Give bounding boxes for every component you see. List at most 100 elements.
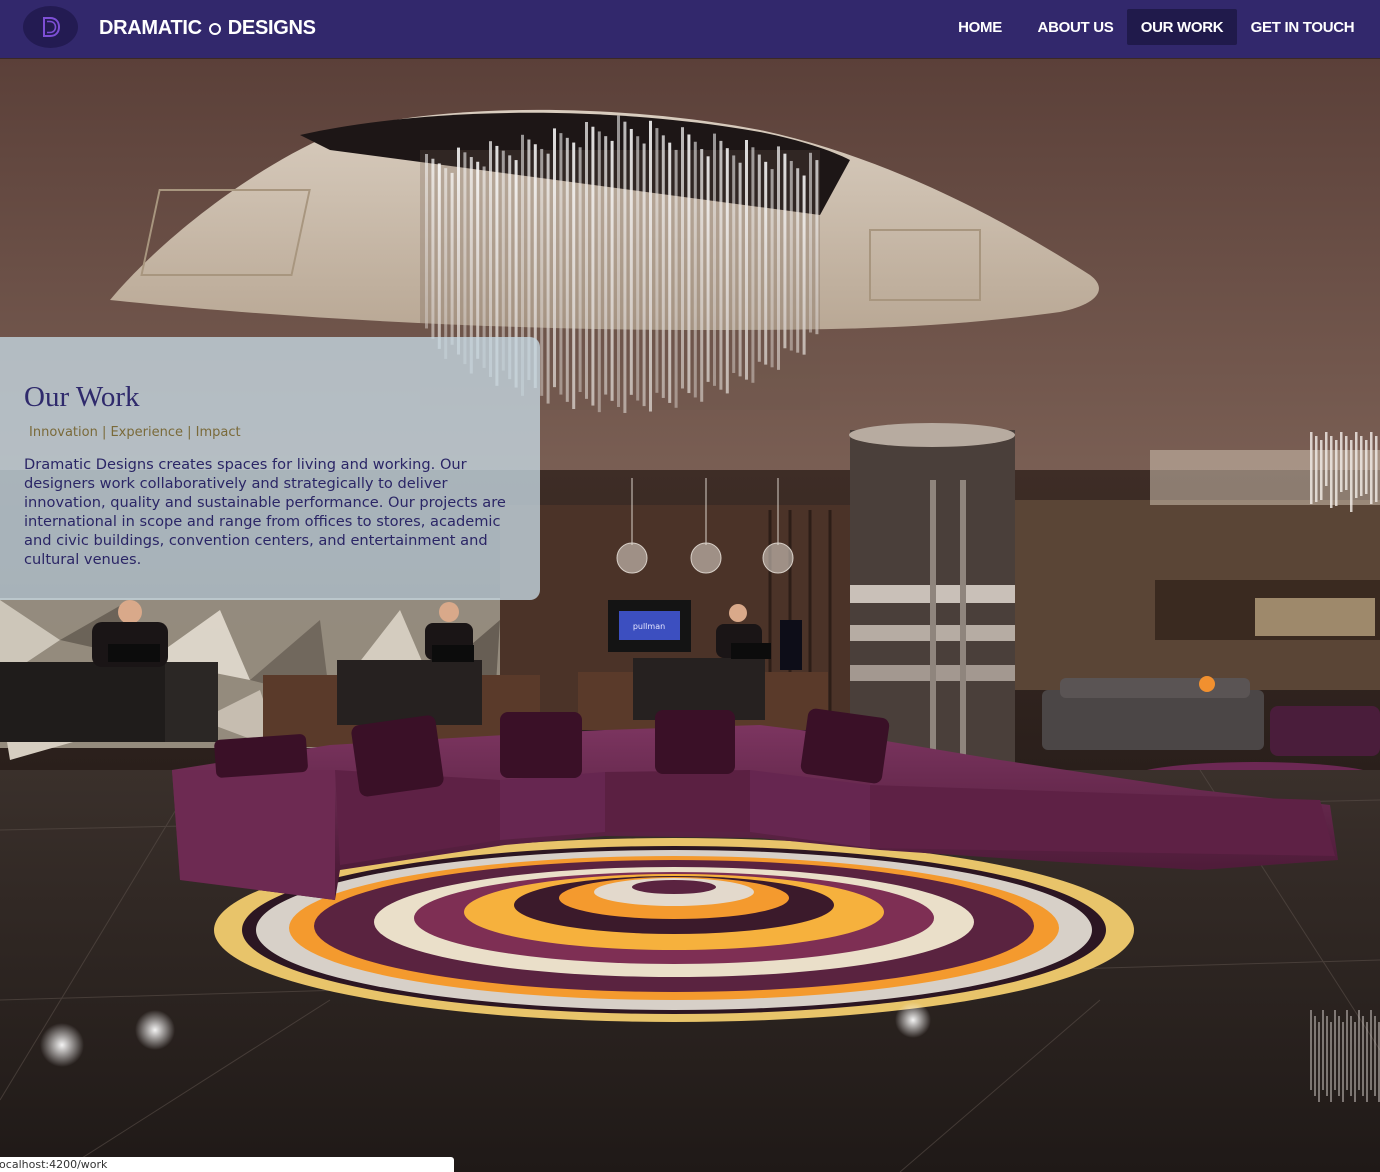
crystal-strand-small [1370,432,1373,504]
crystal-strand [591,126,595,406]
crystal-strand [629,128,633,395]
crystal-strand-small [1340,432,1343,492]
crystal-reflection [1310,1010,1312,1090]
hero-lobby-photo: pullman [0,58,1380,1172]
crystal-reflection [1338,1016,1340,1096]
crystal-strand [789,160,793,351]
crystal-strand [444,168,448,359]
page-title: Our Work [24,381,140,413]
crystal-strand-small [1365,440,1368,494]
crystal-reflection [1322,1010,1324,1090]
crystal-strand [687,134,691,394]
crystal-strand [757,154,761,362]
crystal-strand [783,153,787,349]
lounge-sofa [1042,690,1264,750]
crystal-reflection [1330,1022,1332,1102]
logo-d-icon [42,17,60,37]
crystal-strand [802,175,806,355]
crystal-strand-small [1345,436,1348,490]
crystal-strand [681,127,684,389]
crystal-reflection [1334,1010,1336,1090]
crystal-strand [604,136,608,395]
crystal-strand [572,142,576,410]
crystal-strand [809,152,812,333]
crystal-strand [565,137,569,402]
brand-name[interactable]: DRAMATIC DESIGNS [99,14,316,42]
crystal-strand [655,128,659,393]
crystal-strand-small [1315,436,1318,502]
crystal-reflection [1354,1022,1356,1102]
crystal-strand [770,169,774,368]
crystal-strand [636,136,640,401]
crystal-reflection [1346,1010,1348,1090]
crystal-strand [706,156,710,382]
crystal-strand-small [1350,440,1353,512]
crystal-strand [617,115,620,407]
nav-home-link[interactable]: HOME [948,9,1012,45]
top-navbar: DRAMATIC DESIGNS HOME ABOUT US OUR WORK … [0,0,1380,58]
crystal-strand-small [1330,436,1333,508]
crystal-reflection [1366,1022,1368,1102]
brand-separator-circle-icon [208,23,221,35]
crystal-strand [450,172,454,345]
crystal-strand [610,140,614,401]
page-description: Dramatic Designs creates spaces for livi… [24,456,506,568]
crystal-strand [585,122,588,399]
crystal-reflection [1314,1016,1316,1096]
crystal-strand [693,141,697,398]
crystal-strand [713,133,716,386]
crystal-strand [738,162,742,377]
crystal-strand [597,131,601,413]
crystal-strand [649,120,652,412]
crystal-strand [700,149,704,402]
crystal-strand [457,147,460,355]
brand-name-left: DRAMATIC [99,16,202,39]
crystal-strand [815,160,819,335]
crystal-strand [732,155,736,373]
crystal-strand-small [1335,440,1338,506]
crystal-strand [668,142,672,403]
crystal-strand [725,148,729,394]
crystal-strand [661,135,665,398]
brand-logo[interactable] [23,6,78,48]
crystal-strand [578,147,582,393]
crystal-reflection [1350,1016,1352,1096]
nav-about-us-link[interactable]: ABOUT US [1030,9,1121,45]
crystal-strand [777,146,780,370]
crystal-strand [540,148,544,396]
brand-name-right: DESIGNS [227,16,316,39]
crystal-strand [674,149,678,408]
crystal-strand [623,121,627,413]
crystal-strand [431,158,435,339]
crystal-strand [463,152,467,365]
crystal-strand-small [1355,432,1358,498]
crystal-strand-small [1310,432,1313,504]
tv-screen-text: pullman [633,622,665,631]
crystal-reflection [1358,1010,1360,1090]
crystal-strand [642,143,646,407]
crystal-strand [546,153,550,404]
crystal-strand-small [1325,432,1328,486]
crystal-strand [559,133,563,395]
crystal-reflection [1374,1016,1376,1096]
crystal-strand [437,163,441,349]
nav-get-in-touch-link[interactable]: GET IN TOUCH [1243,9,1362,45]
crystal-strand-small [1320,440,1323,500]
browser-status-url: localhost:4200/work [0,1157,454,1172]
crystal-reflection [1326,1016,1328,1096]
nav-our-work-link[interactable]: OUR WORK [1127,9,1237,45]
crystal-strand [796,168,800,353]
crystal-strand [751,147,755,383]
crystal-strand [553,128,556,388]
crystal-reflection [1318,1022,1320,1102]
lobby-illustration: pullman [0,58,1380,1172]
crystal-strand-small [1360,436,1363,496]
crystal-strand [764,161,768,365]
crystal-reflection [1370,1010,1372,1090]
crystal-strand [425,154,428,329]
crystal-reflection [1342,1022,1344,1102]
crystal-strand-small [1375,436,1378,502]
crystal-strand [745,140,748,380]
crystal-strand [476,161,480,359]
crystal-strand [719,140,723,390]
